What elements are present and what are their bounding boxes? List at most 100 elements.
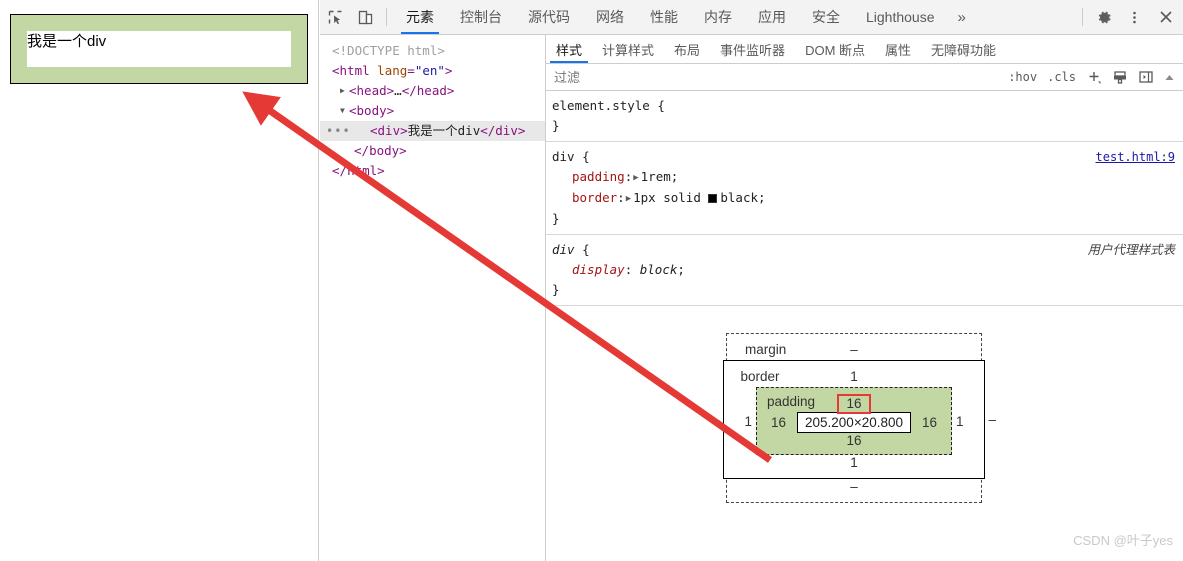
- css-value[interactable]: block: [640, 262, 678, 277]
- margin-label: margin: [745, 342, 787, 357]
- color-swatch-icon[interactable]: [708, 194, 718, 203]
- css-declaration[interactable]: padding:▶ 1rem;: [552, 167, 1183, 188]
- device-toolbar-icon[interactable]: [350, 0, 380, 34]
- screenshot-root: 我是一个div 元素 控制台 源代码 网络 性能 内存 应用 安全 Lighth…: [0, 0, 1183, 561]
- css-rules-list: element.style { } test.html:9 div { padd…: [546, 91, 1183, 306]
- twisty-expanded-icon[interactable]: ▼: [340, 101, 349, 121]
- dom-row[interactable]: <html lang="en">: [320, 61, 545, 81]
- rule-close-brace: }: [552, 282, 560, 297]
- box-model-margin[interactable]: margin – – border 1 1 padding 16 16 205.…: [712, 333, 996, 503]
- print-style-icon[interactable]: [1107, 69, 1133, 85]
- box-model-border[interactable]: border 1 1 padding 16 16 205.200×20.800 …: [723, 360, 985, 479]
- tab-security[interactable]: 安全: [799, 0, 853, 34]
- cls-button[interactable]: .cls: [1042, 70, 1081, 84]
- rule-close-brace: }: [552, 211, 560, 226]
- plus-icon[interactable]: [1081, 69, 1107, 85]
- tab-properties[interactable]: 属性: [875, 35, 921, 63]
- dom-tree-pane: <!DOCTYPE html> <html lang="en"> ▶ <head>…: [320, 35, 546, 561]
- box-model-diagram: margin – – border 1 1 padding 16 16 205.…: [712, 333, 996, 503]
- tab-application[interactable]: 应用: [745, 0, 799, 34]
- dom-row[interactable]: </html>: [320, 161, 545, 181]
- box-model-padding[interactable]: padding 16 16 205.200×20.800 16 16: [755, 387, 953, 455]
- dom-tree: <!DOCTYPE html> <html lang="en"> ▶ <head>…: [320, 35, 545, 181]
- rule-selector[interactable]: div: [552, 149, 575, 164]
- padding-left-value[interactable]: 16: [767, 415, 790, 430]
- box-model-content-size[interactable]: 205.200×20.800: [797, 412, 911, 433]
- tab-layout[interactable]: 布局: [664, 35, 710, 63]
- rule-origin-link[interactable]: test.html:9: [1096, 150, 1175, 164]
- watermark: CSDN @叶子yes: [1073, 533, 1173, 548]
- dom-open-body: <body>: [349, 103, 395, 118]
- box-model-border-header: border 1: [740, 369, 967, 387]
- border-label: border: [740, 369, 780, 384]
- box-model-border-middle: 1 padding 16 16 205.200×20.800 16 16 1: [740, 387, 967, 455]
- tab-accessibility[interactable]: 无障碍功能: [921, 35, 1006, 63]
- padding-right-value[interactable]: 16: [918, 415, 941, 430]
- tab-network[interactable]: 网络: [583, 0, 637, 34]
- inspect-cursor-icon[interactable]: [320, 0, 350, 34]
- gear-icon[interactable]: [1089, 0, 1119, 34]
- toggle-sidebar-icon[interactable]: [1133, 69, 1159, 85]
- box-model-margin-middle: – border 1 1 padding 16 16 205.200×20.80…: [712, 360, 996, 479]
- tab-sources[interactable]: 源代码: [515, 0, 583, 34]
- rule-origin: 用户代理样式表: [1087, 243, 1175, 257]
- rule-selector[interactable]: div: [552, 242, 575, 257]
- padding-top-value[interactable]: 16: [837, 394, 871, 414]
- dom-row[interactable]: </body>: [320, 141, 545, 161]
- padding-label: padding: [766, 394, 816, 409]
- expand-triangle-icon[interactable]: ▶: [626, 189, 631, 209]
- tabs-overflow-button[interactable]: »: [948, 0, 976, 34]
- css-property[interactable]: padding: [572, 169, 625, 184]
- dom-row-badge[interactable]: •••: [326, 121, 351, 141]
- dom-close-body: </body>: [354, 143, 407, 158]
- more-vertical-icon[interactable]: [1119, 0, 1149, 34]
- css-property[interactable]: border: [572, 190, 617, 205]
- tab-computed[interactable]: 计算样式: [592, 35, 664, 63]
- margin-left-value[interactable]: –: [708, 412, 724, 427]
- tab-styles[interactable]: 样式: [546, 35, 592, 63]
- padding-bottom-value[interactable]: 16: [767, 433, 941, 448]
- css-rule-element-style[interactable]: element.style { }: [546, 91, 1183, 142]
- margin-right-value[interactable]: –: [985, 412, 1001, 427]
- rendered-div-highlight[interactable]: 我是一个div: [10, 14, 308, 84]
- css-value[interactable]: 1px solid black: [633, 190, 758, 205]
- tab-console[interactable]: 控制台: [447, 0, 515, 34]
- close-icon[interactable]: [1149, 0, 1183, 34]
- css-property[interactable]: display: [572, 262, 625, 277]
- dom-open-html: <html lang="en">: [332, 63, 453, 78]
- hov-button[interactable]: :hov: [1003, 70, 1042, 84]
- devtools-toolbar-actions: [1076, 0, 1183, 34]
- tab-elements[interactable]: 元素: [393, 0, 447, 34]
- chevron-up-icon[interactable]: [1159, 72, 1183, 83]
- twisty-collapsed-icon[interactable]: ▶: [340, 81, 349, 101]
- tab-dom-breakpoints[interactable]: DOM 断点: [795, 35, 875, 63]
- dom-doctype: <!DOCTYPE html>: [332, 43, 445, 58]
- page-viewport: 我是一个div: [0, 0, 319, 561]
- css-value[interactable]: 1rem: [641, 169, 671, 184]
- tab-event-listeners[interactable]: 事件监听器: [710, 35, 795, 63]
- margin-bottom-value[interactable]: –: [745, 479, 963, 494]
- css-declaration[interactable]: display: block;: [552, 260, 1183, 280]
- rule-selector[interactable]: element.style: [552, 98, 650, 113]
- tab-memory[interactable]: 内存: [691, 0, 745, 34]
- expand-triangle-icon[interactable]: ▶: [633, 168, 638, 188]
- styles-pane: 样式 计算样式 布局 事件监听器 DOM 断点 属性 无障碍功能 :hov .c…: [546, 35, 1183, 561]
- styles-filter-input[interactable]: [546, 63, 1004, 91]
- border-right-value[interactable]: 1: [952, 414, 968, 429]
- dom-row[interactable]: <!DOCTYPE html>: [320, 41, 545, 61]
- border-bottom-value[interactable]: 1: [740, 455, 967, 470]
- css-rule-div-author[interactable]: test.html:9 div { padding:▶ 1rem; border:…: [546, 142, 1183, 235]
- devtools-toolbar: 元素 控制台 源代码 网络 性能 内存 应用 安全 Lighthouse »: [320, 0, 1183, 35]
- rule-header: element.style {: [552, 98, 665, 113]
- tab-lighthouse[interactable]: Lighthouse: [853, 0, 948, 34]
- tab-performance[interactable]: 性能: [637, 0, 691, 34]
- box-model-margin-header: margin –: [745, 342, 963, 360]
- css-rule-div-useragent[interactable]: 用户代理样式表 div { display: block; }: [546, 235, 1183, 306]
- dom-row[interactable]: ▶ <head>…</head>: [320, 81, 545, 101]
- toolbar-divider-2: [1082, 8, 1083, 26]
- dom-row[interactable]: ▼ <body>: [320, 101, 545, 121]
- css-declaration[interactable]: border:▶ 1px solid black;: [552, 188, 1183, 209]
- border-left-value[interactable]: 1: [740, 414, 756, 429]
- dom-row-selected[interactable]: ••• <div>我是一个div</div>: [320, 121, 545, 141]
- dom-head-collapsed: <head>…</head>: [349, 83, 455, 98]
